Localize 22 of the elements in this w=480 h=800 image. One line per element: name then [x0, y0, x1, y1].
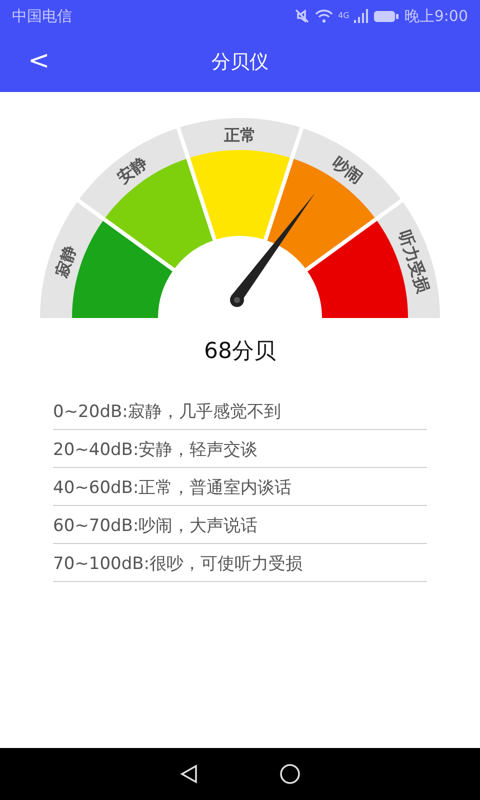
level-description: 0~20dB:寂静，几乎感觉不到	[53, 401, 281, 424]
segment-label: 正常	[224, 126, 256, 144]
decibel-reading: 68分贝	[204, 338, 276, 366]
segment-label: 听力受损	[395, 228, 433, 295]
level-description: 60~70dB:吵闹，大声说话	[53, 515, 258, 538]
level-description: 70~100dB:很吵，可使听力受损	[53, 553, 303, 576]
segment-label: 安静	[114, 152, 151, 188]
back-icon[interactable]	[179, 764, 199, 784]
network-type: 4G	[338, 10, 350, 20]
clock: 晚上9:00	[404, 6, 468, 26]
segment-label: 吵闹	[329, 152, 366, 188]
screen-title: 分贝仪	[212, 50, 268, 75]
wifi-icon	[315, 9, 334, 23]
level-description: 20~40dB:安静，轻声交谈	[53, 439, 258, 462]
signal-icon	[354, 9, 368, 23]
segment-label: 寂静	[52, 243, 80, 280]
back-button[interactable]: <	[22, 46, 56, 76]
mute-icon	[294, 8, 310, 24]
home-icon[interactable]	[279, 763, 301, 785]
carrier-name: 中国电信	[12, 6, 72, 26]
battery-icon	[373, 10, 400, 22]
level-description: 40~60dB:正常，普通室内谈话	[53, 477, 292, 500]
